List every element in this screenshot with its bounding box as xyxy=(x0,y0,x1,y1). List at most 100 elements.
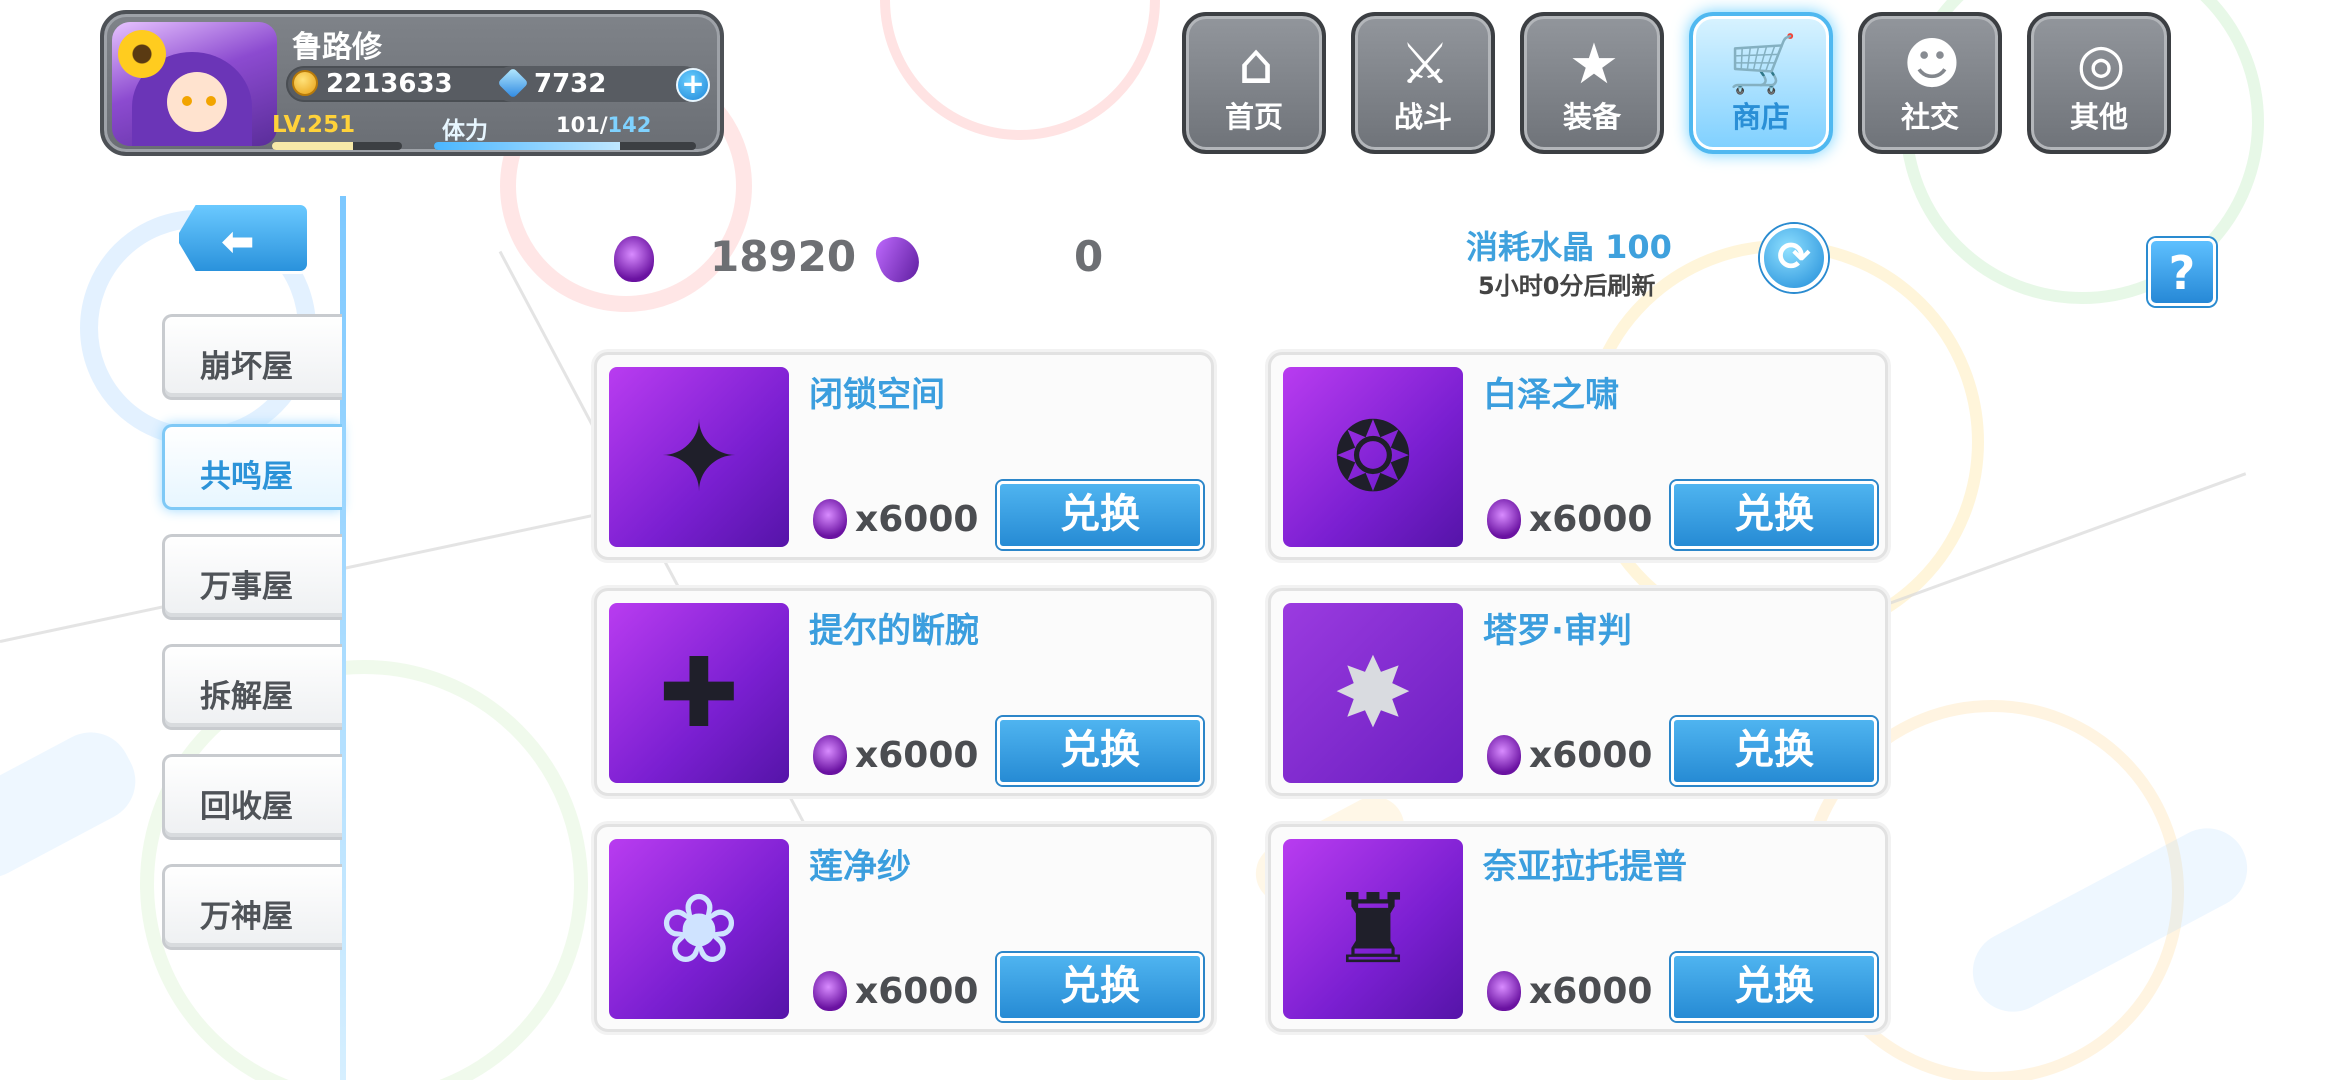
item-thumbnail[interactable]: ❂ xyxy=(1283,367,1463,547)
nav-label: 商店 xyxy=(1731,100,1790,134)
avatar[interactable] xyxy=(112,22,277,146)
exchange-button[interactable]: 兑换 xyxy=(997,953,1203,1021)
stamina-progress-bar xyxy=(434,142,696,150)
gem-icon xyxy=(497,67,529,99)
nav-label: 装备 xyxy=(1562,100,1621,134)
shop-item-card: ♜ 奈亚拉托提普 x6000 兑换 xyxy=(1268,824,1888,1032)
sunflower-icon xyxy=(118,30,166,78)
nav-other-button[interactable]: ◎ 其他 xyxy=(2027,12,2171,154)
item-name: 提尔的断腕 xyxy=(809,611,979,651)
refresh-button[interactable]: ⟳ xyxy=(1760,224,1828,292)
crossed-guns-icon: ⚔ xyxy=(1399,31,1451,97)
player-level: LV.251 xyxy=(272,112,356,138)
star-gun-icon: ★ xyxy=(1568,31,1620,97)
exchange-button[interactable]: 兑换 xyxy=(1671,481,1877,549)
crystal-amount: 18920 xyxy=(710,232,857,281)
stamina-label: 体力 xyxy=(442,118,488,144)
help-button[interactable]: ? xyxy=(2148,238,2216,306)
add-gems-button[interactable]: + xyxy=(676,68,710,102)
weapon-icon: ✦ xyxy=(658,401,740,513)
crystal-icon xyxy=(614,236,654,282)
dark-outfit-icon: ♜ xyxy=(1329,873,1417,985)
exchange-button[interactable]: 兑换 xyxy=(1671,953,1877,1021)
crystal-icon xyxy=(1487,499,1521,539)
item-price: x6000 xyxy=(855,971,979,1012)
sidebar-item-label: 回收屋 xyxy=(200,789,293,825)
shop-item-card: ✸ 塔罗·审判 x6000 兑换 xyxy=(1268,588,1888,796)
sidebar-item-label: 崩坏屋 xyxy=(200,349,293,385)
ghost-icon: ☻ xyxy=(1902,31,1962,97)
sidebar-item-label: 拆解屋 xyxy=(200,679,293,715)
nav-home-button[interactable]: ⌂ 首页 xyxy=(1182,12,1326,154)
stamina-progress-fill xyxy=(434,142,621,150)
gear-icon: ◎ xyxy=(2076,31,2126,97)
avatar-eye xyxy=(206,96,216,106)
item-name: 莲净纱 xyxy=(809,847,911,887)
item-price: x6000 xyxy=(1529,971,1653,1012)
nav-battle-button[interactable]: ⚔ 战斗 xyxy=(1351,12,1495,154)
stamina-value: 101/142 xyxy=(556,113,652,137)
coin-icon xyxy=(292,70,318,96)
sidebar-item-label: 共鸣屋 xyxy=(200,459,293,495)
crystal-icon xyxy=(1487,735,1521,775)
sidebar-item-label: 万事屋 xyxy=(200,569,293,605)
nav-label: 战斗 xyxy=(1393,100,1452,134)
sidebar-item-resonance[interactable]: 共鸣屋 xyxy=(162,424,342,510)
player-profile-panel[interactable]: 鲁路修 2213633 7732 + LV.251 体力 101/142 xyxy=(100,10,724,156)
gem-counter: 7732 xyxy=(494,66,702,102)
avatar-face xyxy=(167,72,227,132)
item-name: 塔罗·审判 xyxy=(1483,611,1632,651)
stamina-current: 101 xyxy=(556,113,600,137)
item-thumbnail[interactable]: ♜ xyxy=(1283,839,1463,1019)
sidebar-item-recycle[interactable]: 回收屋 xyxy=(162,754,342,840)
refresh-timer: 5小时0分后刷新 xyxy=(1478,272,1656,300)
crystal-icon xyxy=(813,735,847,775)
sidebar-item-label: 万神屋 xyxy=(200,899,293,935)
exchange-button[interactable]: 兑换 xyxy=(997,717,1203,785)
question-icon: ? xyxy=(2168,246,2196,300)
item-thumbnail[interactable]: ✸ xyxy=(1283,603,1463,783)
sidebar-item-pantheon[interactable]: 万神屋 xyxy=(162,864,342,950)
item-name: 奈亚拉托提普 xyxy=(1483,847,1687,887)
shop-item-card: ❂ 白泽之啸 x6000 兑换 xyxy=(1268,352,1888,560)
crystal-icon xyxy=(813,971,847,1011)
item-thumbnail[interactable]: ✦ xyxy=(609,367,789,547)
username: 鲁路修 xyxy=(292,30,382,65)
gem-value: 7732 xyxy=(534,69,607,99)
shop-item-card: ✦ 闭锁空间 x6000 兑换 xyxy=(594,352,1214,560)
sidebar-item-general[interactable]: 万事屋 xyxy=(162,534,342,620)
exchange-button[interactable]: 兑换 xyxy=(997,481,1203,549)
item-name: 白泽之啸 xyxy=(1483,375,1619,415)
sidebar-item-houkai[interactable]: 崩坏屋 xyxy=(162,314,342,400)
dress-icon: ❀ xyxy=(658,873,740,985)
nav-label: 其他 xyxy=(2069,100,2128,134)
nav-shop-button[interactable]: 🛒 商店 xyxy=(1689,12,1833,154)
exchange-button[interactable]: 兑换 xyxy=(1671,717,1877,785)
shop-item-card: ✚ 提尔的断腕 x6000 兑换 xyxy=(594,588,1214,796)
gold-value: 2213633 xyxy=(326,69,453,99)
stamina-max: 142 xyxy=(607,113,652,137)
item-thumbnail[interactable]: ❀ xyxy=(609,839,789,1019)
house-icon: ⌂ xyxy=(1238,31,1274,97)
back-arrow-icon: ⬅ xyxy=(221,219,255,265)
item-price: x6000 xyxy=(855,499,979,540)
sidebar-item-dismantle[interactable]: 拆解屋 xyxy=(162,644,342,730)
crystal-icon xyxy=(1487,971,1521,1011)
item-thumbnail[interactable]: ✚ xyxy=(609,603,789,783)
cart-icon: 🛒 xyxy=(1728,32,1798,97)
item-price: x6000 xyxy=(1529,499,1653,540)
item-name: 闭锁空间 xyxy=(809,375,945,415)
badge-icon: ✸ xyxy=(1332,637,1414,749)
shop-item-card: ❀ 莲净纱 x6000 兑换 xyxy=(594,824,1214,1032)
item-price: x6000 xyxy=(1529,735,1653,776)
item-price: x6000 xyxy=(855,735,979,776)
nav-label: 社交 xyxy=(1900,100,1959,134)
nav-label: 首页 xyxy=(1224,100,1283,134)
nav-social-button[interactable]: ☻ 社交 xyxy=(1858,12,2002,154)
back-button[interactable]: ⬅ xyxy=(176,202,310,274)
level-progress-fill xyxy=(272,142,353,150)
level-progress-bar xyxy=(272,142,402,150)
refresh-icon: ⟳ xyxy=(1777,234,1811,280)
crystal-icon xyxy=(813,499,847,539)
nav-equipment-button[interactable]: ★ 装备 xyxy=(1520,12,1664,154)
